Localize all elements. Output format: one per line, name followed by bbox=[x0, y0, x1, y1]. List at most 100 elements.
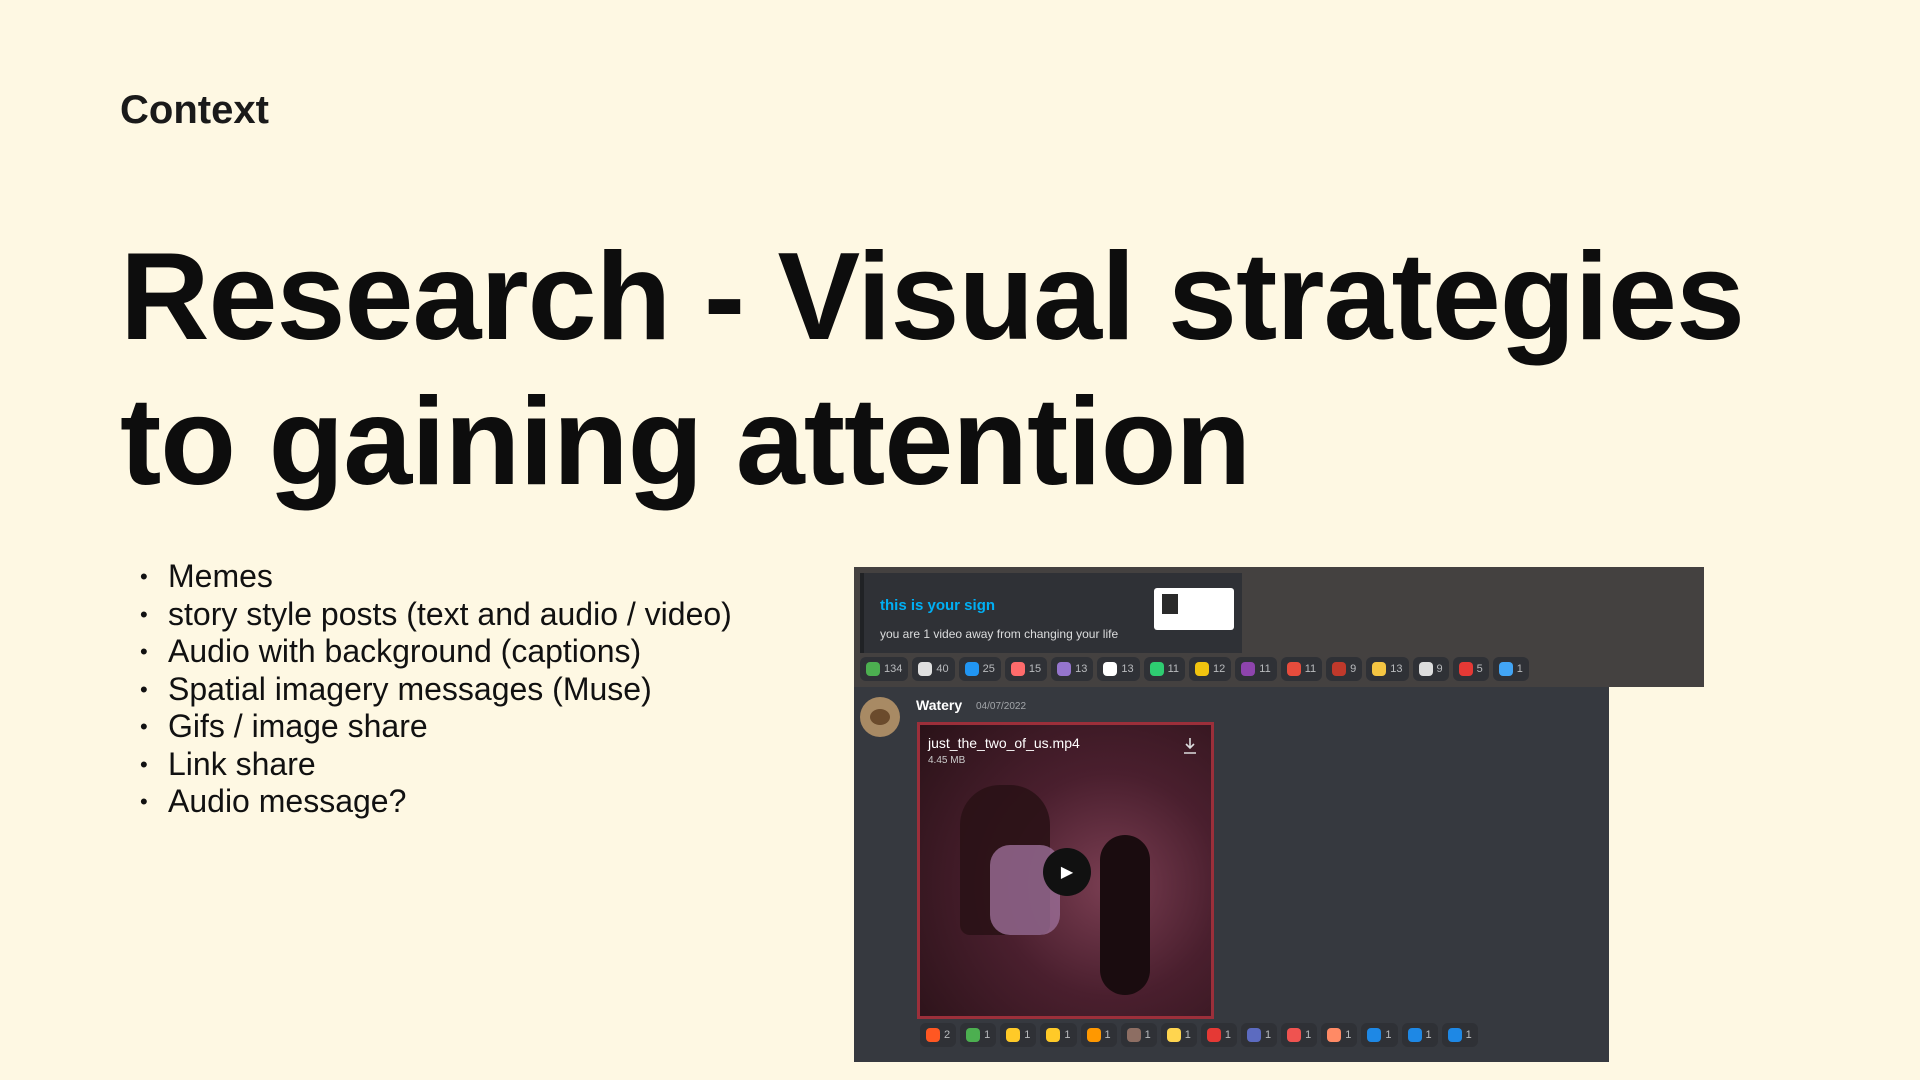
embed-description: you are 1 video away from changing your … bbox=[880, 627, 1119, 641]
reaction-count: 1 bbox=[984, 1029, 991, 1041]
link-embed[interactable]: this is your sign you are 1 video away f… bbox=[860, 573, 1242, 653]
reaction-pill[interactable]: 1 bbox=[1241, 1023, 1278, 1047]
download-icon[interactable] bbox=[1183, 737, 1197, 755]
bullet-list: Memes story style posts (text and audio … bbox=[140, 558, 732, 821]
pink-emoji bbox=[1010, 662, 1025, 676]
reaction-count: 1 bbox=[1305, 1029, 1312, 1041]
play-button[interactable]: ▶ bbox=[1043, 848, 1091, 896]
check-emoji bbox=[966, 1028, 981, 1042]
embed-title[interactable]: this is your sign bbox=[880, 597, 995, 614]
reaction-count: 1 bbox=[1104, 1029, 1111, 1041]
reaction-pill[interactable]: 13 bbox=[1051, 657, 1094, 681]
frame-emoji bbox=[1103, 662, 1118, 676]
wave-emoji bbox=[964, 662, 979, 676]
badge-emoji bbox=[1287, 1028, 1302, 1042]
reaction-pill[interactable]: 1 bbox=[1441, 1023, 1478, 1047]
bullet-item: Audio with background (captions) bbox=[140, 633, 732, 671]
reaction-pill[interactable]: 1 bbox=[1492, 657, 1529, 681]
reaction-pill[interactable]: 1 bbox=[1000, 1023, 1037, 1047]
reaction-count: 1 bbox=[1064, 1029, 1071, 1041]
reaction-count: 13 bbox=[1390, 663, 1403, 675]
reaction-pill[interactable]: 1 bbox=[1321, 1023, 1358, 1047]
reaction-pill[interactable]: 11 bbox=[1235, 657, 1277, 681]
reaction-pill[interactable]: 1 bbox=[1160, 1023, 1197, 1047]
bottom-reaction-row: 2 1 1 1 1 1 1 1 1 1 1 1 1 1 bbox=[920, 1023, 1478, 1047]
reaction-pill[interactable]: 13 bbox=[1097, 657, 1140, 681]
chat-screenshot: this is your sign you are 1 video away f… bbox=[854, 567, 1704, 1062]
reaction-pill[interactable]: 11 bbox=[1280, 657, 1323, 681]
butterfly-emoji bbox=[1498, 662, 1513, 676]
reaction-count: 1 bbox=[1024, 1029, 1031, 1041]
reaction-count: 9 bbox=[1436, 663, 1443, 675]
reaction-count: 1 bbox=[1265, 1029, 1272, 1041]
reaction-pill[interactable]: 15 bbox=[1004, 657, 1048, 681]
video-filename: just_the_two_of_us.mp4 bbox=[928, 735, 1080, 751]
bullet-item: Audio message? bbox=[140, 783, 732, 821]
reaction-count: 15 bbox=[1028, 663, 1042, 675]
slide-title: Research - Visual strategies to gaining … bbox=[120, 225, 1745, 515]
play-icon: ▶ bbox=[1060, 864, 1074, 881]
reaction-pill[interactable]: 40 bbox=[912, 657, 955, 681]
reaction-count: 13 bbox=[1121, 663, 1134, 675]
reaction-pill[interactable]: 5 bbox=[1452, 657, 1489, 681]
reaction-pill[interactable]: 2 bbox=[920, 1023, 957, 1047]
reaction-pill[interactable]: 1 bbox=[1040, 1023, 1077, 1047]
message-timestamp: 04/07/2022 bbox=[976, 701, 1027, 712]
reaction-pill[interactable]: 1 bbox=[1281, 1023, 1318, 1047]
reaction-count: 1 bbox=[1425, 1029, 1432, 1041]
green-emoji bbox=[1149, 662, 1164, 676]
bullet-item: Memes bbox=[140, 558, 732, 596]
top-reaction-row: 134 40 25 15 13 13 11 12 11 11 9 13 9 5 1 bbox=[860, 657, 1529, 681]
letter-e-emoji bbox=[1407, 1028, 1422, 1042]
bird-emoji bbox=[1126, 1028, 1141, 1042]
reaction-pill[interactable]: 1 bbox=[1200, 1023, 1237, 1047]
arrow-up-emoji bbox=[926, 1028, 940, 1042]
reaction-count: 1 bbox=[1184, 1029, 1191, 1041]
bullet-item: Spatial imagery messages (Muse) bbox=[140, 671, 732, 709]
reaction-count: 1 bbox=[1345, 1029, 1352, 1041]
avatar[interactable] bbox=[860, 697, 900, 737]
fire-emoji bbox=[1086, 1028, 1101, 1042]
smile-emoji bbox=[1166, 1028, 1181, 1042]
reaction-pill[interactable]: 1 bbox=[960, 1023, 997, 1047]
reaction-pill[interactable]: 12 bbox=[1189, 657, 1232, 681]
reaction-count: 12 bbox=[1213, 663, 1226, 675]
video-thumbnail-saxophone bbox=[1100, 835, 1150, 995]
reaction-pill[interactable]: 1 bbox=[1361, 1023, 1398, 1047]
bullet-item: story style posts (text and audio / vide… bbox=[140, 596, 732, 634]
embed-thumbnail[interactable] bbox=[1154, 588, 1234, 630]
reaction-pill[interactable]: 13 bbox=[1366, 657, 1409, 681]
reaction-count: 11 bbox=[1304, 663, 1317, 675]
red-heart-emoji bbox=[1206, 1028, 1221, 1042]
letter-y-emoji bbox=[1367, 1028, 1382, 1042]
slide-title-line-1: Research - Visual strategies bbox=[120, 228, 1745, 366]
video-attachment[interactable]: just_the_two_of_us.mp4 4.45 MB ▶ bbox=[917, 722, 1214, 1019]
section-label: Context bbox=[120, 88, 269, 132]
reaction-pill[interactable]: 1 bbox=[1080, 1023, 1117, 1047]
reaction-count: 11 bbox=[1259, 663, 1271, 675]
reaction-pill[interactable]: 9 bbox=[1412, 657, 1449, 681]
reaction-count: 1 bbox=[1224, 1029, 1231, 1041]
reaction-pill[interactable]: 1 bbox=[1120, 1023, 1157, 1047]
reaction-pill[interactable]: 11 bbox=[1143, 657, 1186, 681]
reaction-pill[interactable]: 9 bbox=[1326, 657, 1363, 681]
pin-emoji bbox=[1332, 662, 1347, 676]
eyes-emoji bbox=[918, 662, 933, 676]
island-emoji bbox=[866, 662, 880, 676]
red-emoji bbox=[1458, 662, 1473, 676]
blue-emoji bbox=[1247, 1028, 1261, 1042]
reaction-count: 1 bbox=[1465, 1029, 1472, 1041]
reaction-count: 5 bbox=[1476, 663, 1483, 675]
reaction-pill[interactable]: 25 bbox=[958, 657, 1001, 681]
blob-emoji bbox=[1372, 662, 1387, 676]
face-emoji bbox=[1327, 1028, 1342, 1042]
message-username[interactable]: Watery bbox=[916, 697, 962, 713]
reaction-count: 2 bbox=[944, 1029, 951, 1041]
reaction-pill[interactable]: 134 bbox=[860, 657, 909, 681]
reaction-pill[interactable]: 1 bbox=[1401, 1023, 1438, 1047]
reaction-count: 1 bbox=[1516, 663, 1523, 675]
sticker-emoji bbox=[1057, 662, 1072, 676]
heart-emoji bbox=[1286, 662, 1301, 676]
candle-emoji bbox=[1195, 662, 1210, 676]
letter-s-emoji bbox=[1447, 1028, 1462, 1042]
